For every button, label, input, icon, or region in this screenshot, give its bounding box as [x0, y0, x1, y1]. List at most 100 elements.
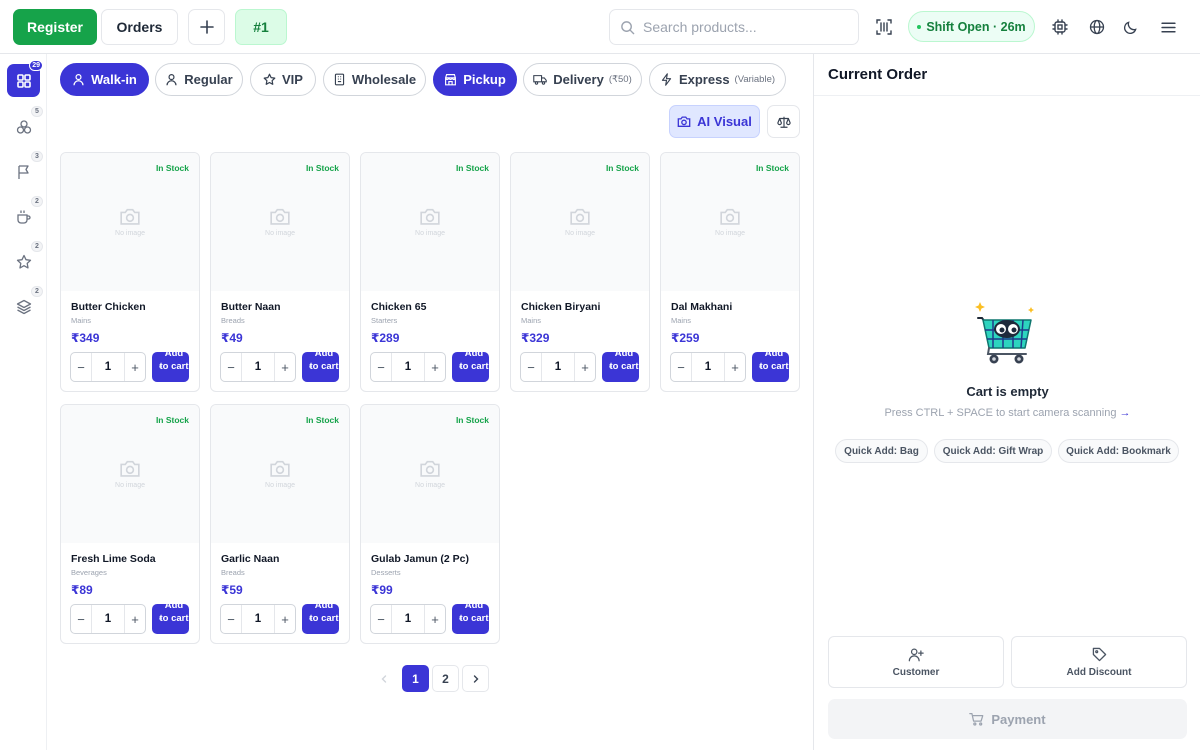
weighing-scale-button[interactable] [767, 105, 800, 138]
sidebar-item-starters[interactable]: 5 [7, 106, 43, 143]
menu-button[interactable] [1155, 14, 1181, 40]
increase-button[interactable]: + [575, 353, 595, 381]
quantity-value[interactable]: 1 [241, 605, 275, 633]
quantity-stepper: − 1 + [70, 352, 146, 382]
add-to-cart-button[interactable]: Add to cart [302, 352, 339, 382]
quick-add-bookmark[interactable]: Quick Add: Bookmark [1058, 439, 1179, 463]
product-price: ₹259 [671, 331, 700, 345]
add-to-cart-button[interactable]: Add to cart [302, 604, 339, 634]
decrease-button[interactable]: − [671, 353, 691, 381]
previous-page-button[interactable] [373, 665, 395, 692]
payment-button[interactable]: Payment [828, 699, 1187, 739]
customer-type-delivery[interactable]: Delivery (₹50) [523, 63, 642, 96]
customer-button[interactable]: Customer [828, 636, 1004, 688]
order-tab-1[interactable]: #1 [235, 9, 287, 45]
camera-icon [677, 116, 691, 127]
add-to-cart-button[interactable]: Add to cart [152, 604, 189, 634]
quantity-value[interactable]: 1 [691, 353, 725, 381]
decrease-button[interactable]: − [221, 353, 241, 381]
decrease-button[interactable]: − [371, 353, 391, 381]
product-card-chicken-65[interactable]: No image In Stock Chicken 65 Starters ₹2… [360, 152, 500, 392]
increase-button[interactable]: + [425, 353, 445, 381]
quantity-value[interactable]: 1 [541, 353, 575, 381]
product-card-butter-naan[interactable]: No image In Stock Butter Naan Breads ₹49… [210, 152, 350, 392]
theme-toggle-button[interactable] [1117, 14, 1143, 40]
stock-badge: In Stock [305, 415, 339, 425]
count-badge: 3 [31, 151, 43, 162]
empty-cart-title: Cart is empty [966, 384, 1049, 399]
product-card-fresh-lime-soda[interactable]: No image In Stock Fresh Lime Soda Bevera… [60, 404, 200, 644]
product-price: ₹99 [371, 583, 393, 597]
quantity-value[interactable]: 1 [241, 353, 275, 381]
store-icon [445, 74, 457, 86]
product-image-placeholder: No image [61, 153, 199, 291]
next-page-button[interactable] [462, 665, 489, 692]
camera-icon [570, 208, 590, 225]
add-to-cart-button[interactable]: Add to cart [752, 352, 789, 382]
arrow-right-icon[interactable]: → [1120, 407, 1131, 419]
customer-type-express[interactable]: Express (Variable) [649, 63, 786, 96]
add-to-cart-button[interactable]: Add to cart [452, 604, 489, 634]
decrease-button[interactable]: − [221, 605, 241, 633]
product-card-gulab-jamun[interactable]: No image In Stock Gulab Jamun (2 Pc) Des… [360, 404, 500, 644]
new-tab-button[interactable] [188, 9, 225, 45]
shift-status-badge[interactable]: Shift Open · 26m [908, 11, 1035, 42]
quantity-value[interactable]: 1 [391, 605, 425, 633]
customer-type-wholesale[interactable]: Wholesale [323, 63, 426, 96]
increase-button[interactable]: + [275, 605, 295, 633]
sidebar-item-favorites[interactable]: 2 [7, 241, 43, 278]
page-button-2[interactable]: 2 [432, 665, 459, 692]
order-title: Current Order [828, 66, 928, 83]
sidebar-item-all[interactable]: 29 [7, 60, 43, 97]
product-price: ₹59 [221, 583, 243, 597]
customer-type-walk-in[interactable]: Walk-in [60, 63, 149, 96]
quantity-value[interactable]: 1 [91, 353, 125, 381]
increase-button[interactable]: + [275, 353, 295, 381]
increase-button[interactable]: + [725, 353, 745, 381]
product-card-garlic-naan[interactable]: No image In Stock Garlic Naan Breads ₹59… [210, 404, 350, 644]
status-dot [917, 24, 922, 29]
register-button[interactable]: Register [13, 9, 97, 45]
product-name: Chicken 65 [371, 301, 427, 313]
globe-icon [1089, 19, 1105, 35]
increase-button[interactable]: + [425, 605, 445, 633]
quick-add-bag[interactable]: Quick Add: Bag [835, 439, 928, 463]
page-button-1[interactable]: 1 [402, 665, 429, 692]
increase-button[interactable]: + [125, 353, 145, 381]
search-input[interactable] [643, 19, 843, 35]
sidebar-item-flags[interactable]: 3 [7, 151, 43, 188]
decrease-button[interactable]: − [521, 353, 541, 381]
cpu-button[interactable] [1047, 14, 1073, 40]
add-discount-button[interactable]: Add Discount [1011, 636, 1187, 688]
product-name: Dal Makhani [671, 301, 733, 313]
product-name: Garlic Naan [221, 553, 280, 565]
quantity-value[interactable]: 1 [91, 605, 125, 633]
product-price: ₹329 [521, 331, 550, 345]
search-box[interactable] [609, 9, 859, 45]
quantity-value[interactable]: 1 [391, 353, 425, 381]
customer-type-vip[interactable]: VIP [250, 63, 316, 96]
product-card-chicken-biryani[interactable]: No image In Stock Chicken Biryani Mains … [510, 152, 650, 392]
add-to-cart-button[interactable]: Add to cart [152, 352, 189, 382]
decrease-button[interactable]: − [371, 605, 391, 633]
barcode-scan-button[interactable] [871, 14, 897, 40]
quick-add-gift-wrap[interactable]: Quick Add: Gift Wrap [934, 439, 1052, 463]
add-to-cart-button[interactable]: Add to cart [602, 352, 639, 382]
orders-button[interactable]: Orders [101, 9, 178, 45]
shift-label: Shift Open · 26m [926, 19, 1026, 34]
scan-hint: Press CTRL + SPACE to start camera scann… [884, 407, 1131, 419]
increase-button[interactable]: + [125, 605, 145, 633]
add-to-cart-button[interactable]: Add to cart [452, 352, 489, 382]
customer-type-pickup[interactable]: Pickup [433, 63, 517, 96]
language-button[interactable] [1084, 14, 1110, 40]
ai-visual-button[interactable]: AI Visual [669, 105, 760, 138]
camera-icon [120, 460, 140, 477]
sidebar-item-beverages[interactable]: 2 [7, 196, 43, 233]
product-card-butter-chicken[interactable]: No image In Stock Butter Chicken Mains ₹… [60, 152, 200, 392]
decrease-button[interactable]: − [71, 605, 91, 633]
product-card-dal-makhani[interactable]: No image In Stock Dal Makhani Mains ₹259… [660, 152, 800, 392]
top-bar: Register Orders #1 Shift Open · 26m [0, 0, 1200, 54]
decrease-button[interactable]: − [71, 353, 91, 381]
sidebar-item-layers[interactable]: 2 [7, 286, 43, 323]
customer-type-regular[interactable]: Regular [155, 63, 243, 96]
